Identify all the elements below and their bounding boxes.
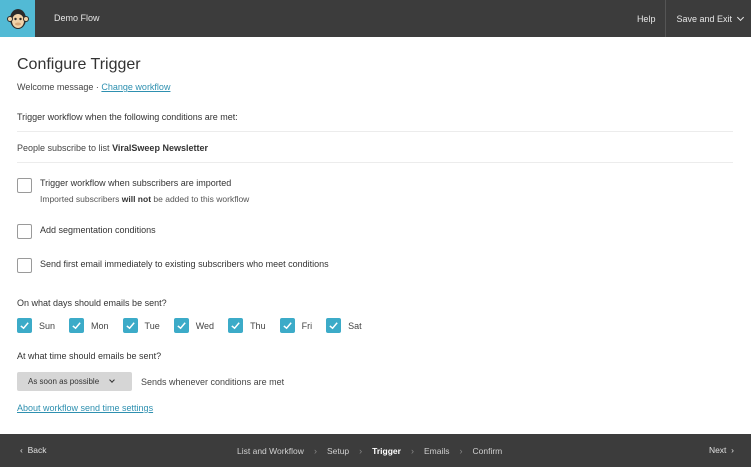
option-description-end: be added to this workflow <box>153 194 250 204</box>
step-emails[interactable]: Emails <box>424 446 450 456</box>
top-bar: Demo Flow Help Save and Exit <box>0 0 751 37</box>
back-label: Back <box>27 445 47 455</box>
chevron-right-icon: › <box>731 445 734 455</box>
option-text: Trigger workflow when subscribers are im… <box>40 178 249 205</box>
day-thu[interactable]: Thu <box>228 318 266 333</box>
chevron-right-icon: › <box>459 445 463 456</box>
checkmark-icon[interactable] <box>122 318 138 333</box>
send-time-value: As soon as possible <box>28 377 100 386</box>
option-label: Trigger workflow when subscribers are im… <box>40 178 232 188</box>
checkmark-icon[interactable] <box>17 318 32 333</box>
day-label: Tue <box>144 320 160 331</box>
step-list-and-workflow[interactable]: List and Workflow <box>237 446 304 456</box>
day-fri[interactable]: Fri <box>279 318 313 333</box>
change-workflow-link[interactable]: Change workflow <box>101 82 170 92</box>
about-send-time-link[interactable]: About workflow send time settings <box>17 403 153 413</box>
option-description: Imported subscribers will not be added t… <box>40 194 249 205</box>
segmentation-checkbox[interactable] <box>17 224 32 239</box>
option-segmentation: Add segmentation conditions <box>17 224 156 239</box>
option-description-start: Imported subscribers <box>40 194 120 204</box>
next-button[interactable]: Next › <box>709 434 734 467</box>
send-first-email-checkbox[interactable] <box>17 258 32 273</box>
save-and-exit-button[interactable]: Save and Exit <box>666 13 751 24</box>
day-wed[interactable]: Wed <box>173 318 215 333</box>
chevron-right-icon: › <box>410 445 414 456</box>
condition-prefix: People subscribe to list <box>17 143 110 153</box>
checkmark-icon[interactable] <box>173 318 189 333</box>
option-label: Add segmentation conditions <box>40 225 156 235</box>
help-link[interactable]: Help <box>637 14 666 24</box>
day-tue[interactable]: Tue <box>122 318 160 333</box>
workflow-subline: Welcome message · Change workflow <box>17 82 170 92</box>
day-label: Sat <box>348 320 362 331</box>
checkmark-icon[interactable] <box>228 318 244 333</box>
separator-dot: · <box>95 82 99 92</box>
chevron-left-icon: ‹ <box>20 445 23 455</box>
option-label: Send first email immediately to existing… <box>40 259 329 269</box>
option-send-first-email: Send first email immediately to existing… <box>17 258 329 273</box>
days-question: On what days should emails be sent? <box>17 298 167 308</box>
day-label: Wed <box>195 320 215 331</box>
imported-subscribers-checkbox[interactable] <box>17 178 32 193</box>
chevron-down-icon <box>736 13 745 21</box>
back-button[interactable]: ‹ Back <box>20 434 46 467</box>
checkmark-icon[interactable] <box>69 318 85 333</box>
monkey-logo-icon[interactable] <box>0 0 35 37</box>
send-time-help: Sends whenever conditions are met <box>141 377 285 387</box>
chevron-right-icon: › <box>313 445 317 456</box>
day-mon[interactable]: Mon <box>69 318 109 333</box>
header-actions: Help Save and Exit <box>637 0 751 37</box>
chevron-down-icon <box>109 377 115 383</box>
send-time-dropdown[interactable]: As soon as possible <box>17 372 132 391</box>
time-question: At what time should emails be sent? <box>17 351 162 361</box>
divider <box>17 162 733 163</box>
page-title: Configure Trigger <box>17 56 141 73</box>
trigger-condition: People subscribe to list ViralSweep News… <box>17 143 208 153</box>
chevron-right-icon: › <box>359 445 363 456</box>
day-label: Thu <box>250 320 266 331</box>
day-sun[interactable]: Sun <box>17 318 55 333</box>
step-trigger[interactable]: Trigger <box>372 446 401 456</box>
option-imported-subscribers: Trigger workflow when subscribers are im… <box>17 178 249 205</box>
conditions-heading: Trigger workflow when the following cond… <box>17 112 238 122</box>
bottom-bar: ‹ Back List and Workflow › Setup › Trigg… <box>0 434 751 467</box>
flow-title: Demo Flow <box>54 13 100 23</box>
day-label: Fri <box>301 320 313 331</box>
checkmark-icon[interactable] <box>326 318 342 333</box>
step-setup[interactable]: Setup <box>327 446 349 456</box>
condition-list-name: ViralSweep Newsletter <box>112 143 208 153</box>
option-description-emphasis: will not <box>121 194 152 204</box>
checkmark-icon[interactable] <box>279 318 295 333</box>
step-confirm[interactable]: Confirm <box>472 446 502 456</box>
day-label: Mon <box>91 320 109 331</box>
save-and-exit-label: Save and Exit <box>676 13 732 24</box>
divider <box>17 131 733 132</box>
day-label: Sun <box>39 320 56 331</box>
next-label: Next <box>708 445 727 455</box>
step-breadcrumb: List and Workflow › Setup › Trigger › Em… <box>237 434 502 467</box>
days-selector: Sun Mon Tue Wed Thu Fri Sat <box>17 318 376 333</box>
day-sat[interactable]: Sat <box>326 318 362 333</box>
workflow-name: Welcome message <box>17 82 94 92</box>
